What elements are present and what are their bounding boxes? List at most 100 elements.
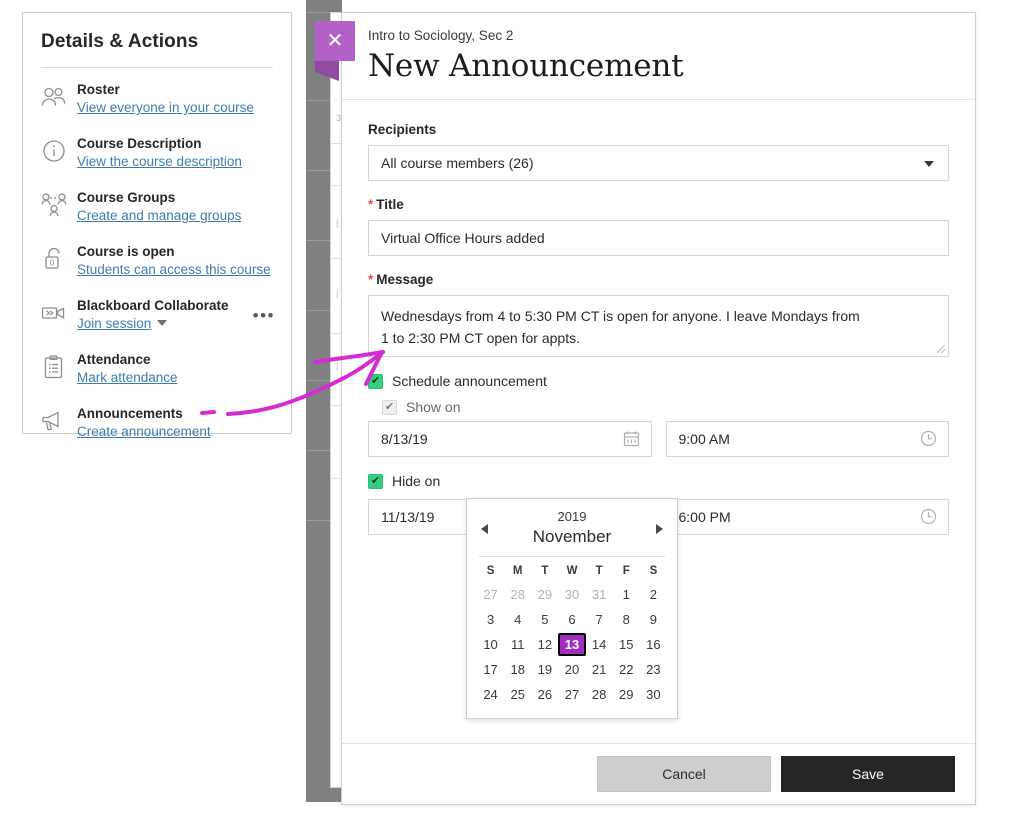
show-on-checkbox[interactable]: ✔ Show on [368,399,949,415]
caret-right-icon[interactable] [655,523,663,534]
checkbox-checked-icon: ✔ [368,473,383,489]
show-on-time-input[interactable]: 9:00 AM [665,421,949,457]
roster-people-icon [39,82,69,112]
sidebar-item-roster[interactable]: Roster View everyone in your course [23,74,291,128]
calendar-dow: S [649,565,658,577]
recipients-select[interactable]: All course members (26) [368,145,949,181]
calendar-day[interactable]: 18 [504,658,531,681]
schedule-announcement-checkbox[interactable]: ✔ Schedule announcement [368,373,949,389]
sidebar-item-link[interactable]: Create and manage groups [77,206,241,225]
hide-on-date-value: 11/13/19 [381,509,435,525]
sidebar-item-attendance[interactable]: Attendance Mark attendance [23,344,291,398]
caret-left-icon[interactable] [481,523,488,534]
clock-icon[interactable] [920,508,937,530]
sidebar-item-link[interactable]: Create announcement [77,422,211,441]
save-button[interactable]: Save [781,756,955,792]
sidebar-item-announcements[interactable]: Announcements Create announcement [23,398,291,452]
calendar-day[interactable]: 12 [531,633,558,656]
calendar-day[interactable]: 29 [531,583,558,606]
sidebar-item-link[interactable]: View the course description [77,152,242,171]
calendar-day[interactable]: 14 [586,633,613,656]
calendar-year: 2019 [557,509,587,524]
calendar-day[interactable]: 16 [640,633,667,656]
calendar-day[interactable]: 27 [477,583,504,606]
svg-text:0: 0 [50,258,55,267]
resize-handle-icon[interactable] [936,344,946,354]
calendar-day[interactable]: 6 [558,608,585,631]
calendar-day[interactable]: 27 [558,683,585,706]
sidebar-item-blackboard-collaborate[interactable]: Blackboard Collaborate Join session ••• [23,290,291,344]
message-group: * Message Wednesdays from 4 to 5:30 PM CT… [368,272,949,357]
chevron-down-icon[interactable] [157,320,168,326]
calendar-day[interactable]: 2 [640,583,667,606]
close-button[interactable]: ✕ [315,21,355,61]
calendar-day[interactable]: 25 [504,683,531,706]
calendar-day[interactable]: 29 [613,683,640,706]
title-input[interactable]: Virtual Office Hours added [368,220,949,256]
calendar-day[interactable]: 26 [531,683,558,706]
new-announcement-modal: Intro to Sociology, Sec 2 New Announceme… [341,12,976,805]
calendar-icon[interactable] [623,430,640,452]
required-asterisk: * [368,197,374,212]
calendar-day[interactable]: 11 [504,633,531,656]
calendar-day[interactable]: 1 [613,583,640,606]
hide-on-checkbox[interactable]: ✔ Hide on [368,473,949,489]
sidebar-item-link[interactable]: Students can access this course [77,260,271,279]
show-on-date-input[interactable]: 8/13/19 [368,421,652,457]
calendar-day[interactable]: 15 [613,633,640,656]
hide-on-time-cell: 6:00 PM [665,499,949,535]
sidebar-item-course-is-open[interactable]: 0 Course is open Students can access thi… [23,236,291,290]
calendar-day[interactable]: 28 [504,583,531,606]
checkbox-checked-icon: ✔ [368,373,383,389]
message-textarea[interactable]: Wednesdays from 4 to 5:30 PM CT is open … [368,295,949,357]
sidebar-item-texts: Announcements Create announcement [77,404,211,441]
calendar-day[interactable]: 30 [640,683,667,706]
course-breadcrumb: Intro to Sociology, Sec 2 [368,28,514,43]
checkbox-disabled-checked-icon: ✔ [382,399,397,415]
details-list: Roster View everyone in your course Cour… [23,68,291,452]
calendar-header: 2019 November [477,507,667,548]
sidebar-item-link[interactable]: Mark attendance [77,368,178,387]
calendar-day[interactable]: 24 [477,683,504,706]
message-line-2: 1 to 2:30 PM CT open for appts. [381,330,580,346]
calendar-day[interactable]: 19 [531,658,558,681]
sidebar-item-label: Blackboard Collaborate [77,298,229,313]
sidebar-item-link[interactable]: Join session [77,314,151,333]
calendar-day-selected[interactable]: 13 [558,633,586,656]
sidebar-item-texts: Roster View everyone in your course [77,80,254,117]
show-on-time-value: 9:00 AM [678,431,730,447]
calendar-day[interactable]: 3 [477,608,504,631]
date-picker-popup[interactable]: 2019 November S M T W T F S 27 28 29 30 … [466,498,678,719]
page-title: New Announcement [368,48,684,84]
calendar-day[interactable]: 10 [477,633,504,656]
show-on-datetime-row: 8/13/19 9:00 AM [368,421,949,457]
hide-on-time-input[interactable]: 6:00 PM [665,499,949,535]
sidebar-item-link[interactable]: View everyone in your course [77,98,254,117]
calendar-day[interactable]: 23 [640,658,667,681]
calendar-day[interactable]: 22 [613,658,640,681]
calendar-day[interactable]: 28 [586,683,613,706]
calendar-day[interactable]: 8 [613,608,640,631]
megaphone-icon [39,406,69,436]
sidebar-item-course-description[interactable]: Course Description View the course descr… [23,128,291,182]
show-on-date-value: 8/13/19 [381,431,428,447]
calendar-day[interactable]: 31 [586,583,613,606]
sidebar-item-texts: Blackboard Collaborate Join session [77,296,229,333]
overflow-menu-icon[interactable]: ••• [253,307,275,324]
calendar-dow: M [512,565,523,577]
close-icon: ✕ [326,30,344,52]
calendar-day[interactable]: 17 [477,658,504,681]
cancel-button[interactable]: Cancel [597,756,771,792]
sidebar-item-course-groups[interactable]: Course Groups Create and manage groups [23,182,291,236]
calendar-dow: W [566,565,578,577]
calendar-day[interactable]: 21 [586,658,613,681]
calendar-day[interactable]: 7 [586,608,613,631]
clock-icon[interactable] [920,430,937,452]
calendar-day[interactable]: 30 [558,583,585,606]
calendar-day[interactable]: 20 [558,658,585,681]
calendar-day[interactable]: 9 [640,608,667,631]
calendar-day[interactable]: 4 [504,608,531,631]
calendar-day[interactable]: 5 [531,608,558,631]
panel-title: Details & Actions [41,31,199,52]
clipboard-icon [39,352,69,382]
